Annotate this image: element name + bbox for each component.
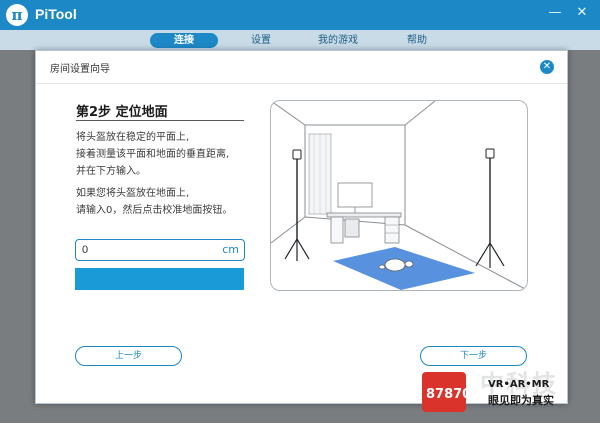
room-illustration [270,100,528,291]
dialog-close-icon[interactable]: ✕ [540,60,554,74]
tab-help[interactable]: 帮助 [392,33,442,48]
prev-step-button[interactable]: 上一步 [75,346,182,366]
instruction-line-1: 将头盔放在稳定的平面上, [76,132,190,143]
instruction-line-4: 如果您将头盔放在地面上, [76,188,190,199]
calibrate-floor-button[interactable] [75,268,244,290]
watermark-tagline-1: VR•AR•MR [488,379,550,390]
dialog-title: 房间设置向导 [50,64,110,75]
height-input[interactable] [82,242,212,258]
title-bar: π PiTool — ✕ [0,0,600,30]
step-title-divider [76,120,244,121]
step-title: 第2步 定位地面 [76,105,168,120]
pi-logo-icon: π [6,4,28,26]
close-window-button[interactable]: ✕ [575,6,589,20]
watermark: 87870 中科技 VR•AR•MR 眼见即为真实 [422,362,600,422]
watermark-tagline-2: 眼见即为真实 [488,394,554,407]
watermark-logo-icon: 87870 [422,372,471,412]
room-illustration-svg [271,101,527,290]
tab-settings[interactable]: 设置 [236,33,286,48]
room-setup-dialog: 房间设置向导 ✕ 第2步 定位地面 将头盔放在稳定的平面上, 接着测量该平面和地… [35,50,568,404]
height-input-box: cm [75,239,245,261]
unit-label: cm [222,243,239,256]
watermark-logo-text: 87870 [426,387,466,402]
main-nav: 连接 设置 我的游戏 帮助 [0,30,600,50]
tab-connect[interactable]: 连接 [150,33,218,48]
app-title: PiTool [35,6,77,22]
minimize-button[interactable]: — [548,6,562,20]
instruction-line-3: 并在下方输入。 [76,166,146,177]
instruction-line-2: 接着测量该平面和地面的垂直距离, [76,149,230,160]
watermark-logo-svg: 87870 [426,387,471,402]
instruction-line-5: 请输入0，然后点击校准地面按钮。 [76,205,233,216]
dialog-header: 房间设置向导 ✕ [36,51,567,84]
tab-my-games[interactable]: 我的游戏 [305,33,371,48]
